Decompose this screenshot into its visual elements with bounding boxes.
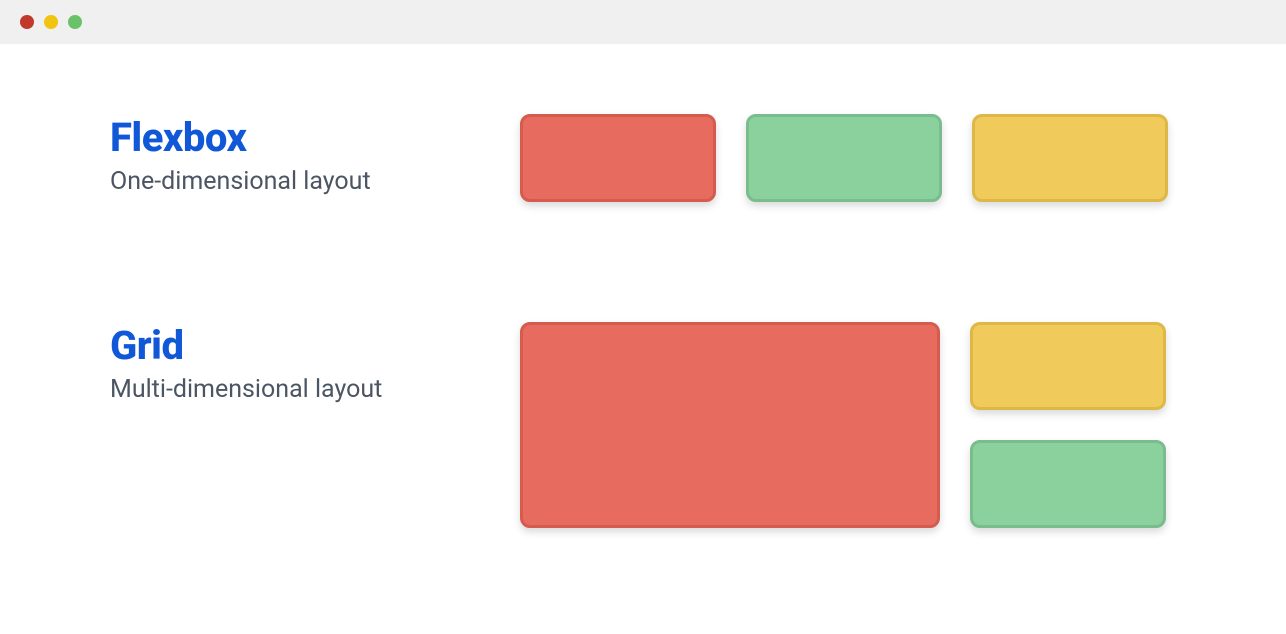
flexbox-item-red (520, 114, 716, 202)
grid-item-green (970, 440, 1166, 528)
grid-item-yellow (970, 322, 1166, 410)
flexbox-subtitle: One-dimensional layout (110, 167, 490, 196)
window-minimize-icon[interactable] (44, 15, 58, 29)
flexbox-demo (520, 114, 1176, 202)
window-maximize-icon[interactable] (68, 15, 82, 29)
flexbox-title: Flexbox (110, 114, 490, 161)
grid-title: Grid (110, 322, 490, 369)
grid-item-red (520, 322, 940, 528)
flexbox-label-column: Flexbox One-dimensional layout (110, 114, 490, 202)
grid-subtitle: Multi-dimensional layout (110, 375, 490, 404)
flexbox-section: Flexbox One-dimensional layout (110, 114, 1176, 202)
content-area: Flexbox One-dimensional layout Grid Mult… (0, 44, 1286, 528)
grid-label-column: Grid Multi-dimensional layout (110, 322, 490, 528)
grid-section: Grid Multi-dimensional layout (110, 322, 1176, 528)
grid-demo (520, 322, 1176, 528)
window-close-icon[interactable] (20, 15, 34, 29)
flexbox-item-green (746, 114, 942, 202)
window-titlebar (0, 0, 1286, 44)
flexbox-item-yellow (972, 114, 1168, 202)
